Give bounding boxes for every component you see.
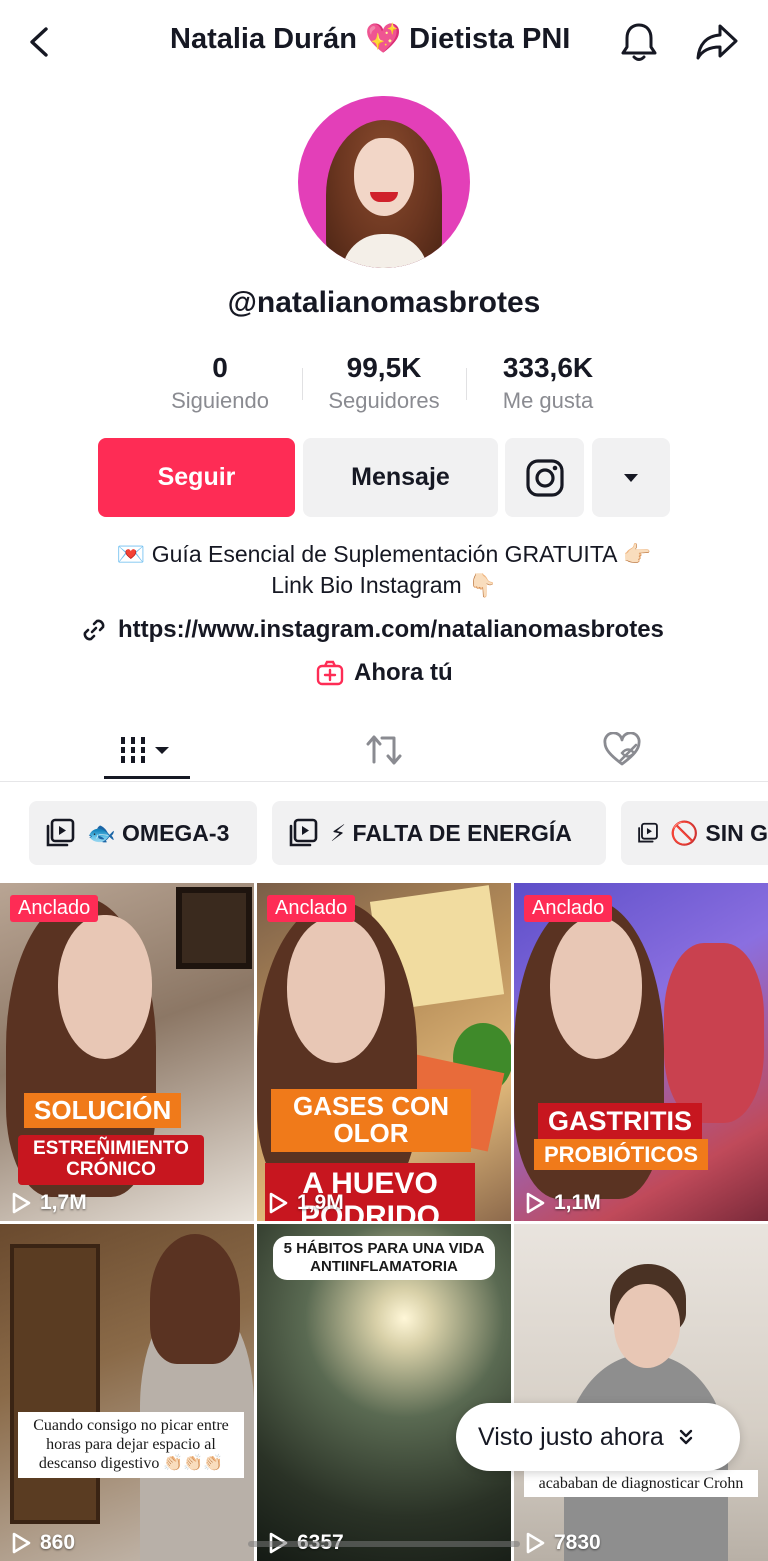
top-nav-bar: Natalia Durán 💖 Dietista PNI (0, 0, 768, 86)
video-thumbnail[interactable]: Anclado SOLUCIÓN ESTREÑIMIENTO CRÓNICO 1… (0, 883, 254, 1221)
view-count-text: 860 (40, 1531, 76, 1554)
video-thumbnail[interactable]: Cuando consigo no picar entre horas para… (0, 1224, 254, 1561)
link-chain-icon (83, 619, 105, 641)
video-thumbnail[interactable]: 5 HÁBITOS PARA UNA VIDA ANTIINFLAMATORIA… (257, 1224, 511, 1561)
bio-line: Link Bio Instagram 👇🏻 (271, 572, 497, 598)
tab-divider (0, 781, 768, 782)
stat-label: Seguidores (328, 388, 440, 413)
stat-following[interactable]: 0 Siguiendo (150, 352, 290, 414)
video-caption: SOLUCIÓN (24, 1093, 182, 1129)
playlist-icon (638, 822, 658, 843)
video-thumbnail[interactable]: Anclado GASES CON OLOR A HUEVO PODRIDO 1… (257, 883, 511, 1221)
view-count: 1,9M (267, 1191, 344, 1215)
profile-avatar[interactable] (298, 96, 470, 268)
videos-grid-icon (119, 737, 169, 763)
stat-value: 0 (212, 352, 228, 383)
caret-down-icon (624, 473, 638, 482)
video-thumbnail[interactable]: acababan de diagnosticar Crohn 7830 (514, 1224, 768, 1561)
more-options-button[interactable] (592, 438, 670, 517)
notification-bell-icon[interactable] (618, 20, 660, 64)
double-chevron-down-icon (679, 1429, 692, 1445)
video-caption: GASES CON OLOR (271, 1089, 471, 1152)
tab-liked[interactable] (582, 722, 662, 778)
pinned-badge: Anclado (524, 895, 613, 922)
video-caption: PROBIÓTICOS (534, 1139, 709, 1171)
play-icon (526, 1192, 545, 1214)
message-button[interactable]: Mensaje (303, 438, 498, 517)
video-caption: ESTREÑIMIENTO CRÓNICO (18, 1135, 204, 1185)
view-count-text: 1,1M (554, 1191, 601, 1214)
playlist-label: 🐟 OMEGA-3 (87, 819, 230, 846)
pinned-badge: Anclado (267, 895, 356, 922)
view-count: 1,1M (524, 1191, 601, 1215)
play-icon (12, 1192, 31, 1214)
playlist-icon (46, 818, 75, 847)
view-count-text: 1,7M (40, 1191, 87, 1214)
repost-icon (366, 735, 402, 765)
stat-followers[interactable]: 99,5K Seguidores (314, 352, 454, 414)
viewed-just-now-toast[interactable]: Visto justo ahora (456, 1403, 740, 1471)
share-arrow-icon[interactable] (694, 20, 740, 64)
view-count-text: 7830 (554, 1531, 601, 1554)
play-icon (12, 1532, 31, 1554)
view-count: 1,7M (10, 1191, 87, 1215)
stat-label: Me gusta (502, 388, 594, 413)
stat-divider (302, 368, 303, 400)
profile-username: @natalianomasbrotes (227, 286, 541, 319)
stat-divider (466, 368, 467, 400)
ahora-tu-label: Ahora tú (354, 659, 453, 686)
video-caption: 5 HÁBITOS PARA UNA VIDA ANTIINFLAMATORIA (273, 1236, 495, 1280)
stat-value: 99,5K (346, 352, 422, 383)
follow-button[interactable]: Seguir (98, 438, 295, 517)
playlist-label: ⚡ FALTA DE ENERGÍA (330, 819, 572, 846)
instagram-icon (525, 458, 564, 497)
view-count: 860 (10, 1531, 75, 1555)
home-indicator (248, 1541, 520, 1547)
profile-link-text: https://www.instagram.com/natalianomasbr… (118, 616, 664, 643)
play-icon (269, 1192, 288, 1214)
page-title: Natalia Durán 💖 Dietista PNI (170, 23, 571, 55)
stat-likes[interactable]: 333,6K Me gusta (478, 352, 618, 414)
playlist-chip-omega3[interactable]: 🐟 OMEGA-3 (29, 801, 257, 865)
stat-label: Siguiendo (171, 388, 269, 413)
playlist-icon (289, 818, 318, 847)
video-caption: GASTRITIS (538, 1103, 703, 1141)
play-icon (526, 1532, 545, 1554)
back-arrow-icon[interactable] (22, 24, 58, 60)
pinned-badge: Anclado (10, 895, 99, 922)
tab-reposts[interactable] (344, 722, 424, 778)
bio-line: 💌 Guía Esencial de Suplementación GRATUI… (116, 541, 652, 567)
toast-label: Visto justo ahora (478, 1422, 664, 1451)
ahora-tu-link[interactable]: Ahora tú (316, 656, 453, 690)
view-count-text: 1,9M (297, 1191, 344, 1214)
video-caption: acababan de diagnosticar Crohn (524, 1470, 758, 1498)
profile-link[interactable]: https://www.instagram.com/natalianomasbr… (80, 613, 664, 647)
video-thumbnail[interactable]: Anclado GASTRITIS PROBIÓTICOS 1,1M (514, 883, 768, 1221)
liked-hidden-heart-icon (603, 732, 641, 766)
playlist-chip-sin-gluten[interactable]: 🚫 SIN G (621, 801, 768, 865)
add-content-icon (316, 660, 344, 686)
tab-videos[interactable] (104, 722, 190, 778)
view-count: 7830 (524, 1531, 601, 1555)
playlist-chip-energia[interactable]: ⚡ FALTA DE ENERGÍA (272, 801, 606, 865)
instagram-button[interactable] (505, 438, 584, 517)
video-caption: Cuando consigo no picar entre horas para… (18, 1412, 244, 1478)
active-tab-indicator (104, 776, 190, 779)
playlist-label: 🚫 SIN G (670, 819, 768, 846)
stat-value: 333,6K (502, 352, 594, 383)
